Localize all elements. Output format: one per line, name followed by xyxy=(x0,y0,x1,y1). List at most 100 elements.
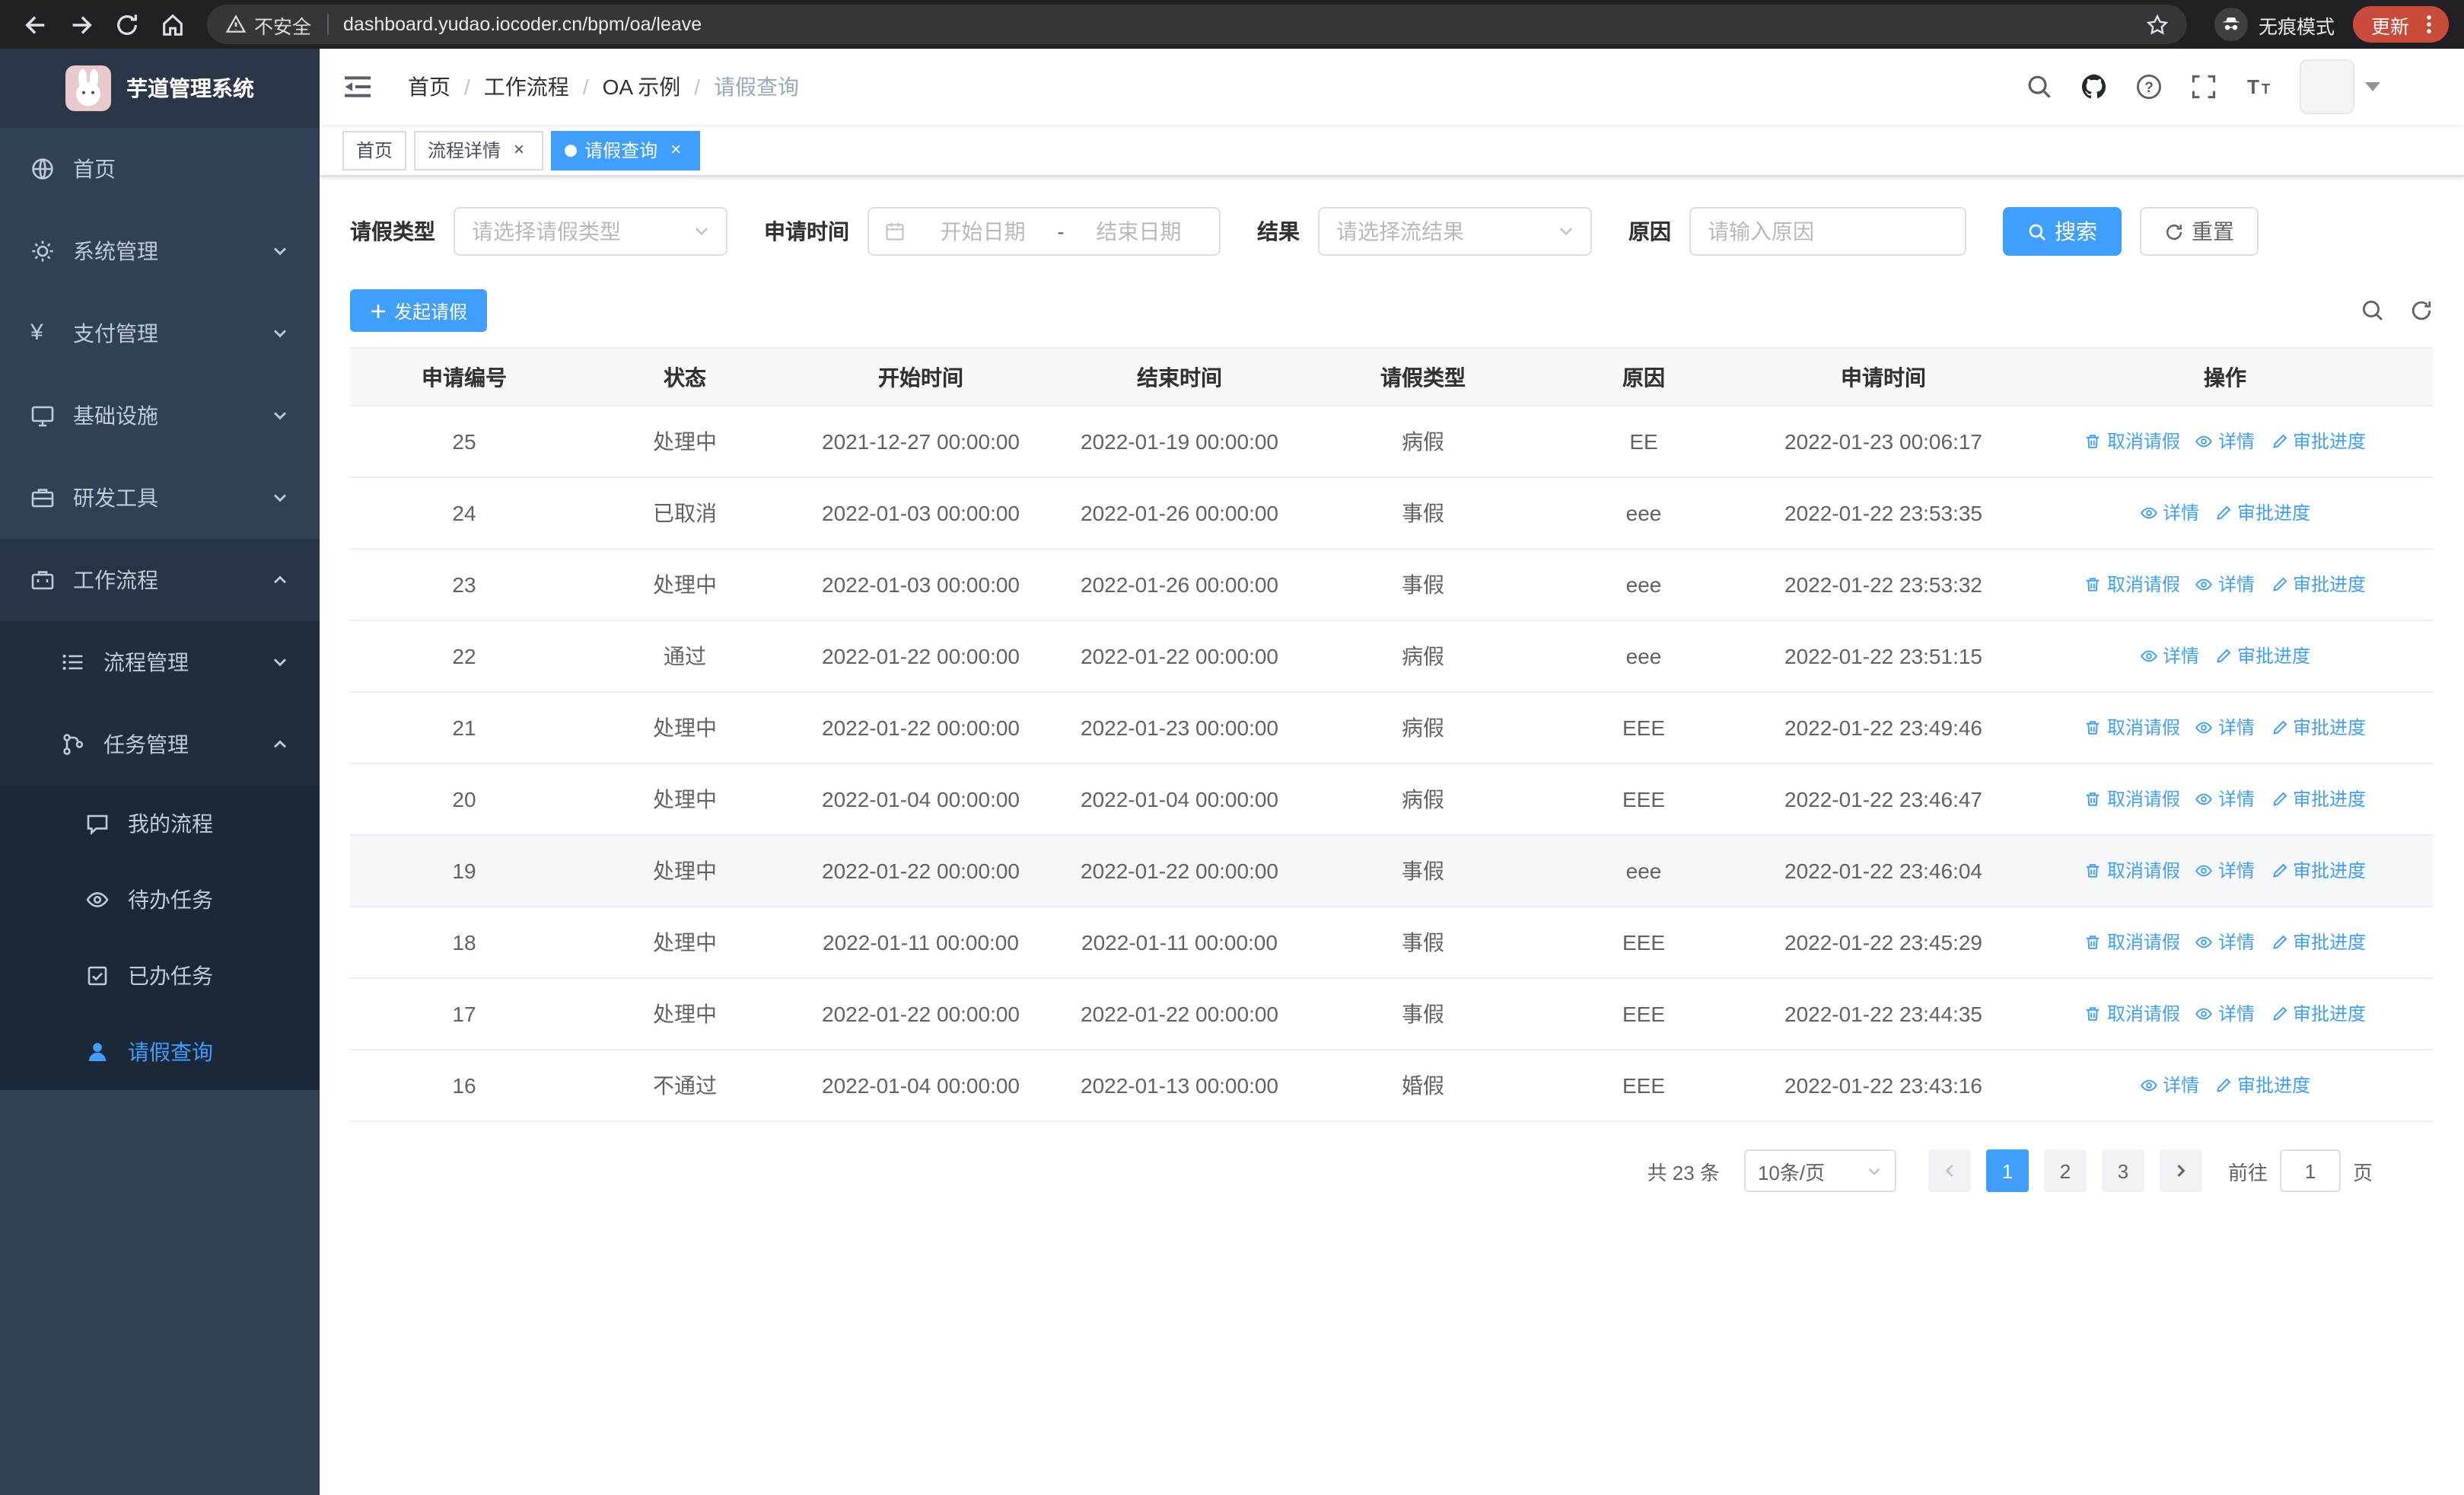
sidebar-item-my-process[interactable]: 我的流程 xyxy=(0,786,320,862)
search-button[interactable]: 搜索 xyxy=(2003,207,2122,256)
tab-process-detail[interactable]: 流程详情 × xyxy=(414,130,544,170)
browser-home-icon[interactable] xyxy=(152,5,192,44)
browser-forward-icon[interactable] xyxy=(61,5,100,44)
approval-progress-link[interactable]: 审批进度 xyxy=(2270,858,2366,884)
reset-button[interactable]: 重置 xyxy=(2140,207,2259,256)
breadcrumb-item[interactable]: OA 示例 xyxy=(603,72,681,102)
page-button-2[interactable]: 2 xyxy=(2043,1149,2087,1192)
briefcase-icon xyxy=(30,568,55,592)
page-button-3[interactable]: 3 xyxy=(2101,1149,2144,1192)
browser-toolbar: 不安全 dashboard.yudao.iocoder.cn/bpm/oa/le… xyxy=(0,0,2464,49)
select-placeholder: 请选择请假类型 xyxy=(472,219,621,244)
goto-page-input[interactable] xyxy=(2279,1149,2341,1192)
divider xyxy=(326,14,329,35)
address-bar[interactable]: 不安全 dashboard.yudao.iocoder.cn/bpm/oa/le… xyxy=(207,5,2187,44)
tab-leave-query[interactable]: 请假查询 × xyxy=(551,130,701,170)
cancel-leave-link[interactable]: 取消请假 xyxy=(2084,858,2180,884)
github-icon[interactable] xyxy=(2080,73,2108,100)
app-logo[interactable]: 芋道管理系统 xyxy=(0,49,320,128)
browser-back-icon[interactable] xyxy=(15,5,55,44)
detail-link[interactable]: 详情 xyxy=(2195,429,2255,454)
cancel-leave-link[interactable]: 取消请假 xyxy=(2084,715,2180,741)
table-cell: 2022-01-22 00:00:00 xyxy=(791,835,1050,907)
approval-progress-link[interactable]: 审批进度 xyxy=(2270,786,2366,812)
site-security-chip[interactable]: 不安全 xyxy=(225,10,311,39)
cancel-leave-link[interactable]: 取消请假 xyxy=(2084,786,2180,812)
detail-link[interactable]: 详情 xyxy=(2195,715,2255,741)
approval-progress-link[interactable]: 审批进度 xyxy=(2214,643,2310,669)
sidebar-item-workflow[interactable]: 工作流程 xyxy=(0,539,320,621)
table-cell: eee xyxy=(1537,620,1750,693)
sidebar-item-leave-query[interactable]: 请假查询 xyxy=(0,1014,320,1090)
sidebar-item-todo-tasks[interactable]: 待办任务 xyxy=(0,862,320,938)
detail-link[interactable]: 详情 xyxy=(2195,572,2255,598)
sidebar-item-task-management[interactable]: 任务管理 xyxy=(0,703,320,786)
detail-link[interactable]: 详情 xyxy=(2195,786,2255,812)
table-cell: 不通过 xyxy=(578,1050,791,1122)
sidebar-item-process-management[interactable]: 流程管理 xyxy=(0,621,320,703)
bookmark-star-icon[interactable] xyxy=(2146,13,2169,36)
sidebar-toggle-icon[interactable] xyxy=(320,49,396,125)
filter-label: 申请时间 xyxy=(764,219,849,244)
approval-progress-link[interactable]: 审批进度 xyxy=(2270,929,2366,955)
sidebar-item-system[interactable]: 系统管理 xyxy=(0,210,320,292)
page-button-1[interactable]: 1 xyxy=(1985,1149,2029,1192)
approval-progress-link[interactable]: 审批进度 xyxy=(2270,1001,2366,1027)
breadcrumb-item[interactable]: 工作流程 xyxy=(484,72,569,102)
detail-link[interactable]: 详情 xyxy=(2140,500,2199,526)
next-page-button[interactable] xyxy=(2159,1149,2202,1192)
table-cell: 24 xyxy=(350,477,578,550)
cancel-leave-link[interactable]: 取消请假 xyxy=(2084,572,2180,598)
approval-progress-link[interactable]: 审批进度 xyxy=(2270,715,2366,741)
detail-link[interactable]: 详情 xyxy=(2140,1073,2199,1098)
result-select[interactable]: 请选择流结果 xyxy=(1318,207,1592,256)
help-icon[interactable]: ? xyxy=(2135,73,2163,100)
leave-type-select[interactable]: 请选择请假类型 xyxy=(454,207,727,256)
cancel-leave-link[interactable]: 取消请假 xyxy=(2084,429,2180,454)
reason-input[interactable] xyxy=(1708,219,1948,244)
sidebar-item-payment[interactable]: ¥ 支付管理 xyxy=(0,292,320,375)
search-icon[interactable] xyxy=(2026,73,2053,100)
prev-page-button[interactable] xyxy=(1928,1149,1971,1192)
user-menu[interactable] xyxy=(2300,59,2380,114)
row-actions-cell: 取消请假 详情 审批进度 xyxy=(2017,907,2434,979)
eye-icon xyxy=(2196,722,2213,733)
refresh-table-icon[interactable] xyxy=(2409,298,2434,323)
create-leave-button[interactable]: 发起请假 xyxy=(350,289,488,332)
close-icon[interactable]: × xyxy=(665,139,686,161)
page-size-select[interactable]: 10条/页 xyxy=(1743,1149,1896,1192)
table-cell: 2022-01-22 23:53:35 xyxy=(1750,477,2017,550)
detail-link[interactable]: 详情 xyxy=(2195,1001,2255,1027)
toggle-search-icon[interactable] xyxy=(2361,298,2385,323)
sidebar-item-done-tasks[interactable]: 已办任务 xyxy=(0,938,320,1014)
table-cell: EEE xyxy=(1537,763,1750,836)
apply-time-range-picker[interactable]: 开始日期 - 结束日期 xyxy=(867,207,1221,256)
approval-progress-link[interactable]: 审批进度 xyxy=(2270,429,2366,454)
sidebar-item-infrastructure[interactable]: 基础设施 xyxy=(0,375,320,457)
sidebar-item-devtools[interactable]: 研发工具 xyxy=(0,457,320,539)
fullscreen-icon[interactable] xyxy=(2190,73,2217,100)
breadcrumb-separator: / xyxy=(582,75,589,99)
start-date-placeholder: 开始日期 xyxy=(940,219,1026,244)
tab-home[interactable]: 首页 xyxy=(342,130,407,170)
chevron-down-icon xyxy=(271,653,289,671)
table-cell: 2022-01-19 00:00:00 xyxy=(1050,406,1309,478)
cancel-leave-link[interactable]: 取消请假 xyxy=(2084,1001,2180,1027)
table-row: 22 通过 2022-01-22 00:00:00 2022-01-22 00:00:… xyxy=(350,620,2434,693)
approval-progress-link[interactable]: 审批进度 xyxy=(2270,572,2366,598)
detail-link[interactable]: 详情 xyxy=(2195,929,2255,955)
cancel-leave-link[interactable]: 取消请假 xyxy=(2084,929,2180,955)
browser-refresh-icon[interactable] xyxy=(107,5,146,44)
approval-progress-link[interactable]: 审批进度 xyxy=(2214,1073,2310,1098)
sidebar-item-label: 工作流程 xyxy=(73,568,158,592)
font-size-icon[interactable]: TT xyxy=(2245,73,2272,100)
detail-link[interactable]: 详情 xyxy=(2140,643,2199,669)
detail-link[interactable]: 详情 xyxy=(2195,858,2255,884)
browser-update-chip[interactable]: 更新 xyxy=(2352,6,2449,43)
table-cell: 处理中 xyxy=(578,763,791,836)
breadcrumb-item[interactable]: 首页 xyxy=(408,72,450,102)
close-icon[interactable]: × xyxy=(508,139,530,161)
col-apply-id: 申请编号 xyxy=(350,347,578,406)
sidebar-item-home[interactable]: 首页 xyxy=(0,128,320,210)
approval-progress-link[interactable]: 审批进度 xyxy=(2214,500,2310,526)
